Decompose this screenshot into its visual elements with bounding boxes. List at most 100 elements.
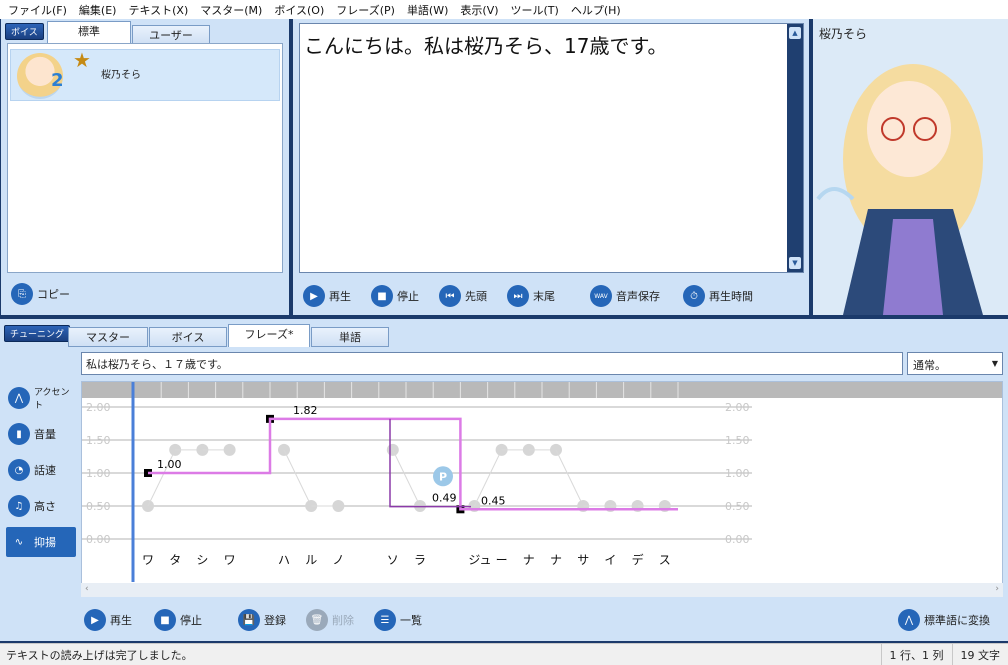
side-accent-label: アクセント bbox=[34, 388, 70, 411]
stop-label: 停止 bbox=[397, 290, 419, 303]
y-tick-left: 0.50 bbox=[86, 500, 111, 513]
menu-word[interactable]: 単語(W) bbox=[401, 2, 454, 18]
kana-label: ハ bbox=[278, 553, 290, 567]
kana-label: イ bbox=[604, 553, 616, 567]
tune-stop-button[interactable]: ■ 停止 bbox=[154, 609, 202, 631]
tab-word[interactable]: 単語 bbox=[311, 327, 389, 347]
y-tick-left: 2.00 bbox=[86, 401, 111, 414]
side-intonation[interactable]: ∿ 抑揚 bbox=[6, 527, 76, 557]
menu-voice[interactable]: ボイス(O) bbox=[268, 2, 330, 18]
wav-icon: WAV bbox=[590, 285, 612, 307]
cursor-position: 1 行、1 列 bbox=[880, 644, 952, 665]
value-label: 1.00 bbox=[157, 458, 182, 471]
tuning-panel: チューニング マスター ボイス フレーズ* 単語 私は桜乃そら、１７歳です。 通… bbox=[0, 319, 1008, 641]
kana-label: ノ bbox=[332, 553, 344, 567]
tune-play-label: 再生 bbox=[110, 614, 132, 627]
status-bar: テキストの読み上げは完了しました。 1 行、1 列 19 文字 bbox=[0, 643, 1008, 665]
stop-button[interactable]: ■ 停止 bbox=[371, 285, 419, 307]
y-tick-right: 0.00 bbox=[725, 533, 750, 546]
text-content[interactable]: こんにちは。私は桜乃そら、17歳です。 bbox=[304, 30, 667, 59]
end-button[interactable]: ⏭ 末尾 bbox=[507, 285, 555, 307]
value-label: 0.49 bbox=[432, 492, 457, 505]
side-volume[interactable]: ▮ 音量 bbox=[6, 419, 76, 449]
kana-label: ス bbox=[659, 553, 671, 567]
kana-label: タ bbox=[169, 553, 181, 567]
text-scrollbar[interactable]: ▲ ▼ bbox=[787, 24, 803, 272]
copy-icon: ⎘ bbox=[11, 283, 33, 305]
phrase-input[interactable]: 私は桜乃そら、１７歳です。 bbox=[81, 352, 903, 375]
list-icon: ☰ bbox=[374, 609, 396, 631]
start-button[interactable]: ⏮ 先頭 bbox=[439, 285, 487, 307]
scroll-left-icon[interactable]: ‹ bbox=[85, 584, 89, 594]
menu-help[interactable]: ヘルプ(H) bbox=[565, 2, 627, 18]
delete-button[interactable]: 🗑 削除 bbox=[306, 609, 354, 631]
gray-link bbox=[283, 449, 312, 507]
copy-button[interactable]: ⎘ コピー bbox=[11, 283, 70, 305]
convert-icon: ⋀ bbox=[898, 609, 920, 631]
convert-label: 標準語に変換 bbox=[924, 614, 990, 627]
phoneme-point bbox=[278, 443, 290, 456]
play-label: 再生 bbox=[329, 290, 351, 303]
menu-master[interactable]: マスター(M) bbox=[194, 2, 268, 18]
menu-text[interactable]: テキスト(X) bbox=[122, 2, 194, 18]
delete-label: 削除 bbox=[332, 614, 354, 627]
play-button[interactable]: ▶ 再生 bbox=[303, 285, 351, 307]
play-time-button[interactable]: ⏱ 再生時間 bbox=[683, 285, 753, 307]
menu-phrase[interactable]: フレーズ(P) bbox=[330, 2, 401, 18]
side-accent[interactable]: ⋀ アクセント bbox=[6, 383, 76, 413]
kana-label: ソ bbox=[387, 553, 399, 567]
trash-icon: 🗑 bbox=[306, 609, 328, 631]
text-editor[interactable]: こんにちは。私は桜乃そら、17歳です。 ▲ ▼ bbox=[299, 23, 804, 273]
side-pitch[interactable]: ♫ 高さ bbox=[6, 491, 76, 521]
volume-icon: ▮ bbox=[8, 423, 30, 445]
intonation-chart[interactable]: 2.00 2.00 1.50 1.50 1.00 1.00 0.50 0.50 0.00 0.00… bbox=[82, 382, 1002, 582]
y-tick-right: 2.00 bbox=[725, 401, 750, 414]
voice-item[interactable]: 2 ★ 桜乃そら bbox=[10, 48, 280, 101]
convert-button[interactable]: ⋀ 標準語に変換 bbox=[898, 609, 990, 631]
favorite-star-icon[interactable]: ★ bbox=[73, 48, 91, 72]
y-tick-left: 1.50 bbox=[86, 434, 111, 447]
end-label: 末尾 bbox=[533, 290, 555, 303]
y-tick-right: 1.00 bbox=[725, 467, 750, 480]
tab-standard[interactable]: 標準 bbox=[47, 21, 131, 44]
menu-view[interactable]: 表示(V) bbox=[454, 2, 504, 18]
kana-label: ナ bbox=[550, 553, 562, 567]
intonation-graph[interactable]: 2.00 2.00 1.50 1.50 1.00 1.00 0.50 0.50 0.00 0.00… bbox=[81, 381, 1003, 593]
save-icon: 💾 bbox=[238, 609, 260, 631]
horizontal-scrollbar[interactable]: ‹ › bbox=[81, 583, 1003, 597]
tab-user[interactable]: ユーザー bbox=[132, 25, 210, 45]
menu-file[interactable]: ファイル(F) bbox=[2, 2, 73, 18]
tab-master[interactable]: マスター bbox=[68, 327, 148, 347]
voice-number: 2 bbox=[51, 70, 64, 91]
character-illustration bbox=[816, 64, 983, 315]
p-marker-label: P bbox=[439, 470, 447, 483]
kana-label: ワ bbox=[224, 553, 236, 567]
play-time-label: 再生時間 bbox=[709, 290, 753, 303]
save-audio-button[interactable]: WAV 音声保存 bbox=[590, 285, 660, 307]
scroll-down-icon[interactable]: ▼ bbox=[789, 257, 801, 269]
value-label: 0.45 bbox=[481, 494, 506, 507]
list-button[interactable]: ☰ 一覧 bbox=[374, 609, 422, 631]
timer-icon: ⏱ bbox=[683, 285, 705, 307]
gray-link bbox=[392, 449, 421, 507]
voice-list: 2 ★ 桜乃そら bbox=[7, 43, 283, 273]
kana-label: シ bbox=[196, 553, 208, 567]
tune-play-button[interactable]: ▶ 再生 bbox=[84, 609, 132, 631]
stop-icon: ■ bbox=[371, 285, 393, 307]
side-pitch-label: 高さ bbox=[34, 500, 56, 513]
value-label: 1.82 bbox=[293, 404, 318, 417]
kana-label: ワ bbox=[142, 553, 154, 567]
play-icon: ▶ bbox=[303, 285, 325, 307]
menu-tools[interactable]: ツール(T) bbox=[505, 2, 565, 18]
register-button[interactable]: 💾 登録 bbox=[238, 609, 286, 631]
voice-name: 桜乃そら bbox=[101, 70, 141, 81]
tab-phrase[interactable]: フレーズ* bbox=[228, 324, 310, 347]
voice-panel: ボイス 標準 ユーザー 2 ★ 桜乃そら ⎘ コピー bbox=[1, 19, 289, 315]
scroll-right-icon[interactable]: › bbox=[995, 584, 999, 594]
skip-forward-icon: ⏭ bbox=[507, 285, 529, 307]
scroll-up-icon[interactable]: ▲ bbox=[789, 27, 801, 39]
side-speed[interactable]: ◔ 話速 bbox=[6, 455, 76, 485]
tab-voice[interactable]: ボイス bbox=[149, 327, 227, 347]
menu-edit[interactable]: 編集(E) bbox=[73, 2, 123, 18]
mode-select[interactable]: 通常。 ▼ bbox=[907, 352, 1003, 375]
